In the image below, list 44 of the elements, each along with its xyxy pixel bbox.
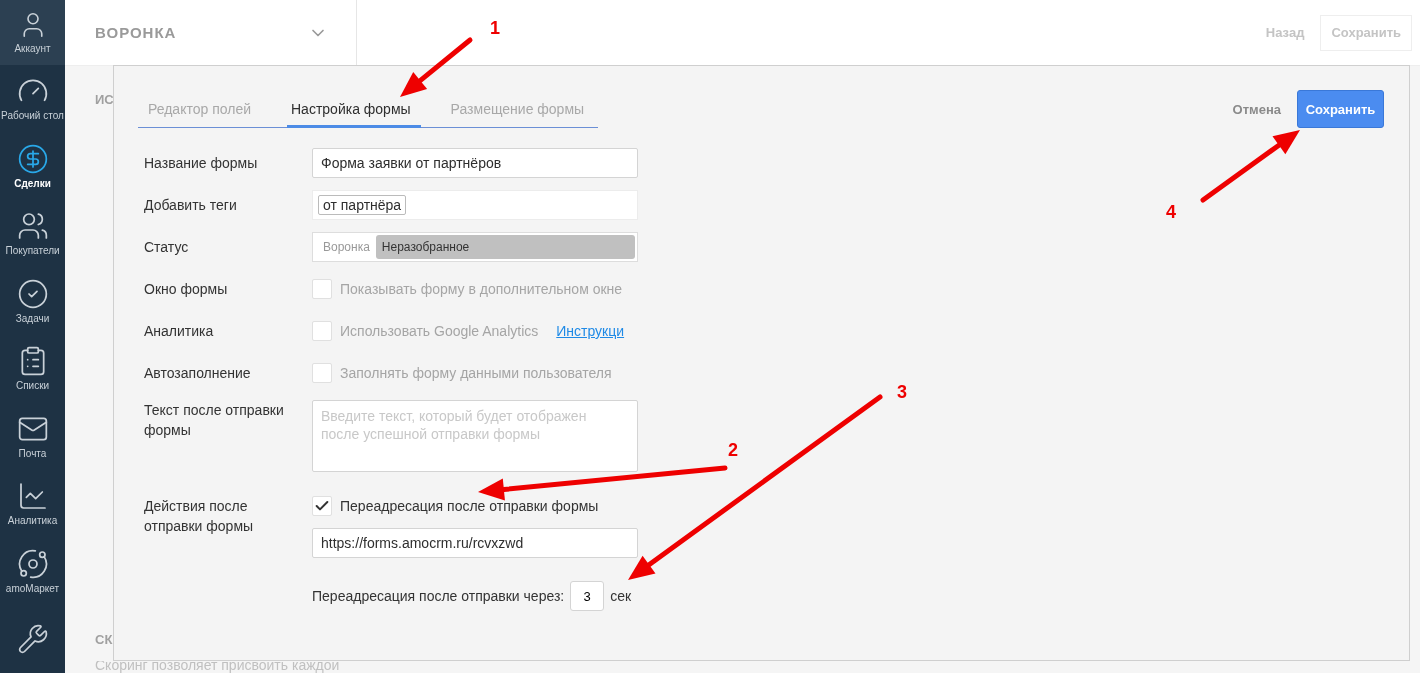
field-label: Статус: [144, 238, 190, 257]
checkbox[interactable]: [312, 363, 332, 383]
sidebar-item[interactable]: Рабочий стол: [0, 64, 65, 133]
annotation-number: 1: [490, 18, 500, 39]
wrench-icon: [16, 623, 49, 656]
field-label: Окно формы: [144, 280, 229, 299]
checkbox[interactable]: [312, 279, 332, 299]
field-label: Автозаполнение: [144, 364, 252, 383]
field-label: Аналитика: [144, 322, 215, 341]
field-label: Название формы: [144, 154, 259, 173]
field-label: Добавить теги: [144, 196, 238, 215]
sidebar-item[interactable]: Аккаунт: [0, 0, 65, 65]
input-field[interactable]: Форма заявки от партнёров: [312, 148, 638, 178]
stage-label: Неразобранное: [375, 235, 635, 259]
section-heading: СК: [95, 632, 113, 647]
annotation-number: 3: [897, 382, 907, 403]
field-label: Действия после отправки формы: [144, 497, 255, 536]
sidebar-item[interactable]: Аналитика: [0, 470, 65, 538]
pipeline-label: Воронка: [322, 240, 371, 254]
sidebar-item[interactable]: Задачи: [0, 267, 65, 335]
tag[interactable]: от партнёра: [318, 195, 407, 215]
section-heading: ИС: [95, 92, 114, 107]
check-circle-icon: [16, 277, 49, 310]
url-field[interactable]: https://forms.amocrm.ru/rcvxzwd: [312, 528, 638, 558]
checkbox[interactable]: [312, 496, 332, 516]
sidebar-item[interactable]: Покупатели: [0, 199, 65, 268]
tags-field[interactable]: от партнёра: [312, 190, 638, 220]
checkbox-label[interactable]: Переадресация после отправки формы: [340, 498, 599, 514]
sidebar-item[interactable]: Почта: [0, 402, 65, 471]
delay-field[interactable]: 3: [570, 581, 605, 611]
checkbox[interactable]: [312, 321, 332, 341]
annotation-number: 2: [728, 440, 738, 461]
page-title: ВОРОНКА: [95, 24, 177, 41]
orbit-icon: [16, 548, 49, 581]
field-label: Текст после отправки формы: [144, 401, 285, 440]
sidebar-item[interactable]: Сделки: [0, 132, 65, 200]
dollar-icon: [16, 142, 49, 175]
annotation-number: 4: [1166, 202, 1176, 223]
status-select[interactable]: Воронка Неразобранное: [312, 232, 638, 262]
sidebar-item[interactable]: Списки: [0, 335, 65, 403]
sidebar-item[interactable]: amoМаркет: [0, 537, 65, 606]
delay-label: Переадресация после отправки через:: [312, 588, 565, 604]
tab[interactable]: Настройка формы: [287, 101, 421, 128]
unit-label: сек: [610, 588, 632, 604]
